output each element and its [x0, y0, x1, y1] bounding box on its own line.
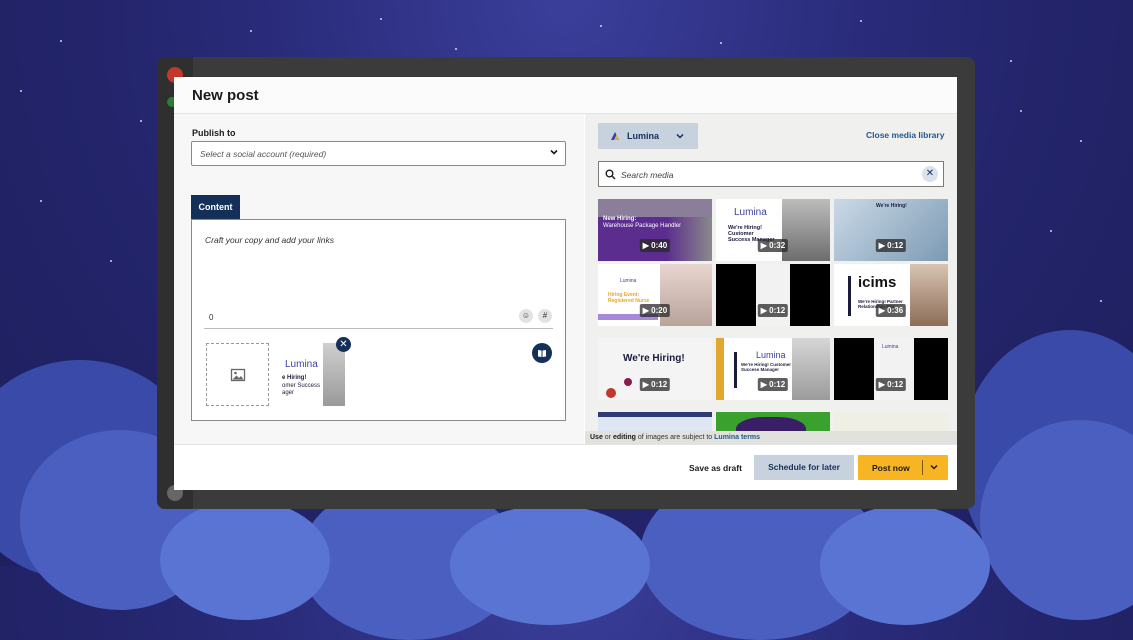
post-now-button[interactable]: Post now [858, 455, 948, 480]
terms-or: or [602, 434, 613, 441]
video-duration: ▶ 0:12 [875, 239, 907, 252]
clear-search-button[interactable]: ✕ [922, 166, 938, 182]
video-duration: ▶ 0:12 [757, 378, 789, 391]
post-now-label: Post now [872, 463, 910, 473]
media-tile[interactable] [598, 412, 712, 431]
social-account-placeholder: Select a social account (required) [200, 149, 327, 159]
save-draft-button[interactable]: Save as draft [689, 463, 742, 473]
media-tile[interactable]: Lumina ▶ 0:12 [834, 338, 948, 400]
thumb-photo [323, 343, 345, 406]
video-duration: ▶ 0:12 [757, 304, 789, 317]
terms-link[interactable]: Lumina terms [714, 434, 760, 441]
media-library-name: Lumina [627, 131, 660, 141]
media-grid: New Hiring: Warehouse Package Handler ▶ … [598, 199, 948, 431]
tile-subtitle: Hiring Event: Registered Nurse [608, 292, 650, 304]
book-icon [538, 350, 546, 357]
thumb-line-3: ager [282, 390, 295, 396]
tile-title: icims [858, 274, 897, 291]
content-editor[interactable]: Craft your copy and add your links 0 ☺ #… [191, 219, 566, 421]
modal-footer: Save as draft Schedule for later Post no… [174, 444, 957, 490]
tile-title: Lumina [620, 278, 637, 284]
media-tile[interactable] [834, 412, 948, 431]
thumb-brand: Lumina [285, 359, 318, 370]
lumina-logo-icon [611, 132, 620, 140]
media-tile[interactable]: Lumina We're Hiring! Customer Success Ma… [716, 338, 830, 400]
media-library-select[interactable]: Lumina [598, 123, 698, 149]
video-duration: ▶ 0:12 [639, 378, 671, 391]
media-terms-notice: Use or editing of images are subject to … [585, 431, 957, 444]
social-account-select[interactable]: Select a social account (required) [191, 141, 566, 166]
compose-pane: Publish to Select a social account (requ… [174, 114, 584, 444]
image-icon [230, 368, 246, 382]
media-tile[interactable]: Lumina We're Hiring! Customer Success Ma… [716, 199, 830, 261]
modal-header: New post [174, 77, 957, 114]
media-tile[interactable]: icims We're Hiring! Partner Relationship… [834, 264, 948, 326]
thumb-line-1: e Hiring! [282, 375, 307, 381]
terms-middle: of images are subject to [635, 434, 715, 441]
media-tile[interactable]: New Hiring: Warehouse Package Handler ▶ … [598, 199, 712, 261]
video-duration: ▶ 0:20 [639, 304, 671, 317]
content-placeholder: Craft your copy and add your links [205, 235, 334, 245]
chevron-down-icon [550, 149, 558, 155]
schedule-later-button[interactable]: Schedule for later [754, 455, 854, 480]
tab-content[interactable]: Content [191, 195, 240, 219]
video-duration: ▶ 0:40 [639, 239, 671, 252]
content-library-button[interactable] [532, 343, 552, 363]
media-library-pane: Lumina Close media library Search media … [585, 114, 957, 444]
publish-to-label: Publish to [192, 128, 236, 138]
media-tile[interactable]: We're Hiring! ▶ 0:12 [598, 338, 712, 400]
search-placeholder: Search media [621, 170, 674, 180]
new-post-modal: New post Publish to Select a social acco… [174, 77, 957, 490]
emoji-button[interactable]: ☺ [519, 309, 533, 323]
tile-title: Lumina [734, 207, 767, 218]
tile-title: Lumina [756, 350, 786, 360]
tile-title: We're Hiring! [623, 353, 685, 364]
tile-subtitle: Warehouse Package Handler [603, 223, 682, 229]
tile-title: We're Hiring! [876, 203, 907, 209]
video-duration: ▶ 0:12 [875, 378, 907, 391]
close-media-library-link[interactable]: Close media library [866, 130, 944, 140]
button-separator [922, 460, 923, 475]
search-media-input[interactable]: Search media ✕ [598, 161, 944, 187]
thumb-line-2: omer Success [282, 383, 321, 389]
media-tile[interactable] [716, 412, 830, 431]
modal-title: New post [192, 87, 259, 104]
editor-divider [204, 328, 553, 329]
video-duration: ▶ 0:32 [757, 239, 789, 252]
video-duration: ▶ 0:36 [875, 304, 907, 317]
chevron-down-icon [676, 133, 684, 139]
media-tile[interactable]: ▶ 0:12 [716, 264, 830, 326]
media-tile[interactable]: Lumina Hiring Event: Registered Nurse ▶ … [598, 264, 712, 326]
terms-editing: editing [612, 434, 636, 441]
character-count: 0 [209, 313, 214, 322]
attached-media-thumbnail[interactable]: Lumina e Hiring! omer Success ager [280, 343, 345, 406]
remove-media-button[interactable]: ✕ [336, 337, 351, 352]
add-media-dropzone[interactable] [206, 343, 269, 406]
tile-title: New Hiring: [603, 216, 637, 222]
hashtag-button[interactable]: # [538, 309, 552, 323]
chevron-down-icon[interactable] [929, 462, 939, 472]
media-tile[interactable]: We're Hiring! ▶ 0:12 [834, 199, 948, 261]
search-icon [605, 169, 616, 180]
tile-subtitle: We're Hiring! Customer Success Manager [741, 362, 791, 372]
tile-title: Lumina [882, 344, 899, 350]
terms-use: Use [590, 434, 603, 441]
